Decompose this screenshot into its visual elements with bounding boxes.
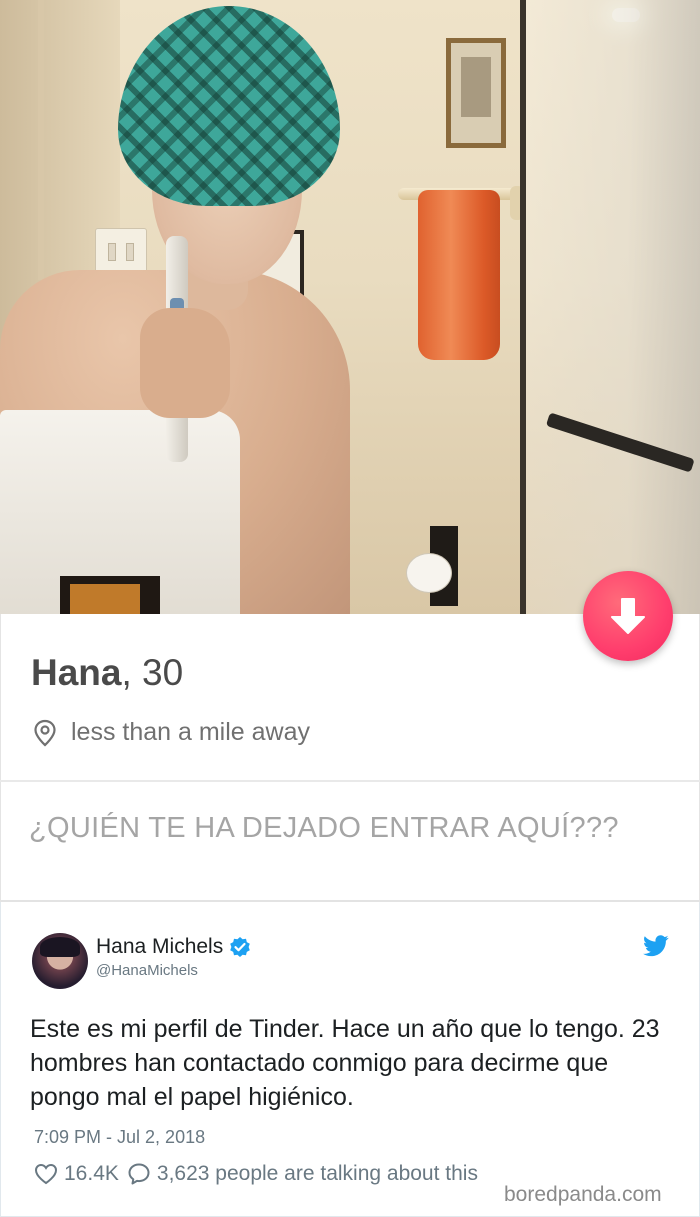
watermark: boredpanda.com <box>504 1183 662 1206</box>
profile-name: Hana, 30 <box>31 652 183 694</box>
distance-row: less than a mile away <box>33 718 310 747</box>
toilet-paper-roll <box>406 553 452 593</box>
profile-first-name: Hana <box>31 652 122 693</box>
speech-bubble-icon <box>128 1163 150 1185</box>
like-action[interactable]: 16.4K <box>34 1162 119 1186</box>
bio-text: ¿QUIÉN TE HA DEJADO ENTRAR AQUÍ??? <box>29 812 619 844</box>
twitter-bird-icon[interactable] <box>643 935 669 957</box>
author-name[interactable]: Hana Michels <box>96 935 223 959</box>
bio-section: ¿QUIÉN TE HA DEJADO ENTRAR AQUÍ??? <box>0 782 700 900</box>
tweet-actions: 16.4K 3,623 people are talking about thi… <box>34 1162 486 1186</box>
verified-badge-icon <box>230 937 251 957</box>
tweet-timestamp[interactable]: 7:09 PM - Jul 2, 2018 <box>34 1127 205 1148</box>
location-pin-icon <box>34 719 56 746</box>
heart-icon <box>34 1163 58 1185</box>
tweet-text: Este es mi perfil de Tinder. Hace un año… <box>30 1015 660 1111</box>
door-frame <box>38 0 44 280</box>
collapse-profile-button[interactable] <box>583 571 673 661</box>
tweet-card: Hana Michels @HanaMichels Este es mi per… <box>0 902 700 1217</box>
tweet-author[interactable]: Hana Michels <box>96 935 251 959</box>
person-hand <box>140 308 230 418</box>
shower-cap <box>118 6 340 206</box>
like-count: 16.4K <box>64 1162 119 1185</box>
light-switch <box>95 228 147 276</box>
avatar[interactable] <box>32 933 88 989</box>
profile-age: 30 <box>142 652 184 693</box>
profile-photo <box>0 0 700 614</box>
reply-action[interactable]: 3,623 people are talking about this <box>127 1162 478 1186</box>
orange-towel <box>418 190 500 360</box>
wall-picture <box>446 38 506 148</box>
distance-text: less than a mile away <box>71 718 311 746</box>
arrow-down-icon <box>611 598 645 634</box>
shower-door <box>520 0 700 614</box>
name-separator: , <box>121 652 143 693</box>
towel-pattern <box>60 576 160 614</box>
talking-count: 3,623 people are talking about this <box>156 1162 478 1185</box>
author-handle[interactable]: @HanaMichels <box>96 962 198 979</box>
